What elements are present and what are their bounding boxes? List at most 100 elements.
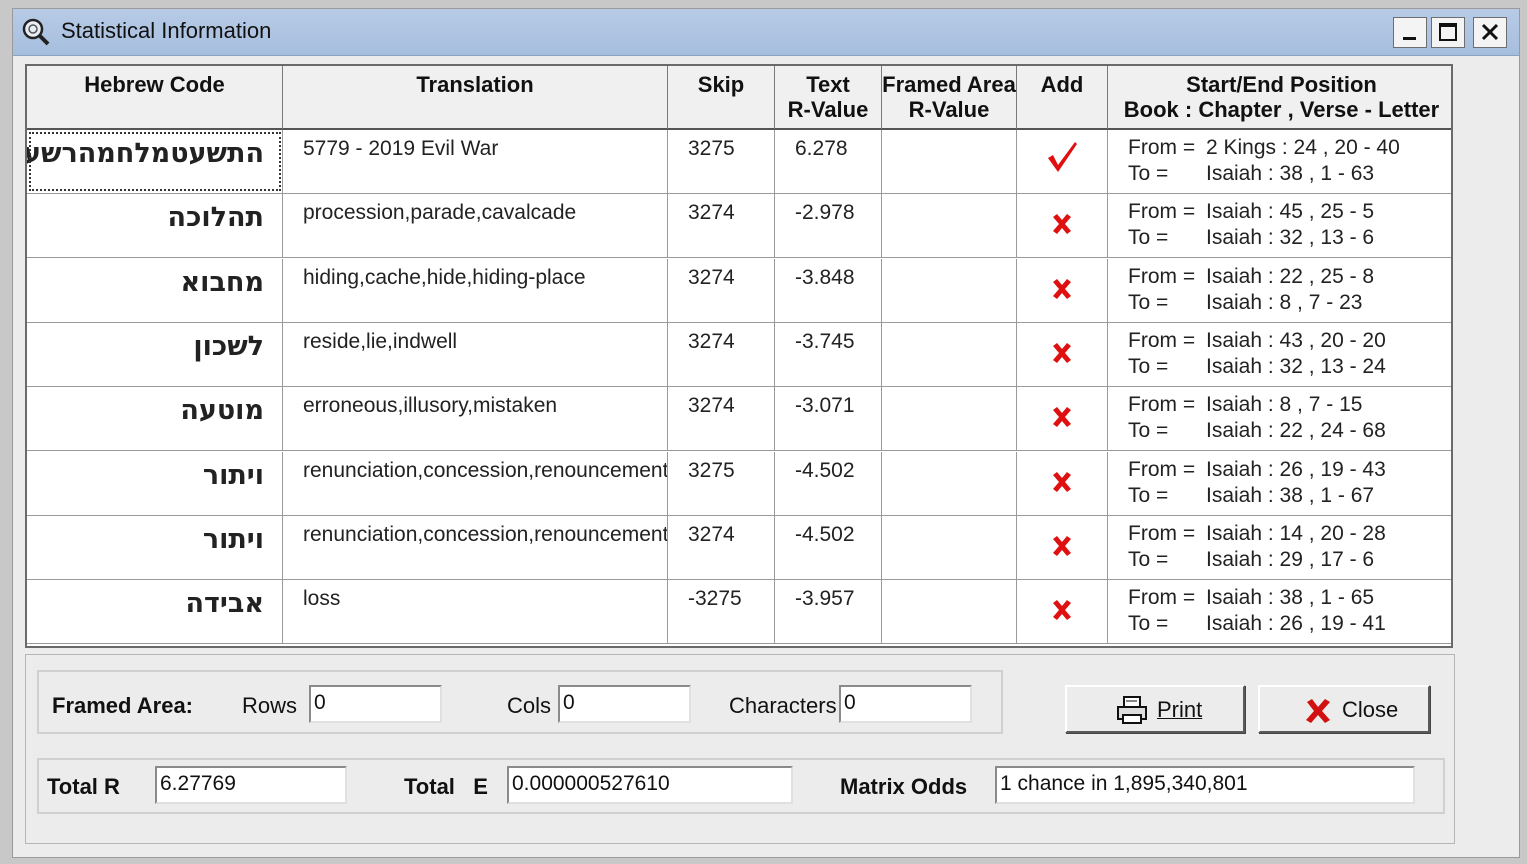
total-e-field[interactable]: 0.000000527610 (507, 766, 793, 804)
from-value: Isaiah : 8 , 7 - 15 (1206, 393, 1363, 417)
red-x-icon[interactable] (1051, 462, 1073, 500)
hebrew-code-cell[interactable]: אבידה (27, 580, 283, 644)
position-cell[interactable]: From = Isaiah : 14 , 20 - 28 To = Isaiah : … (1108, 516, 1451, 579)
skip-cell[interactable]: 3274 (668, 322, 775, 386)
add-cell[interactable] (1017, 451, 1108, 515)
hebrew-code-cell[interactable]: מחבוא (27, 258, 283, 322)
minimize-button[interactable] (1393, 17, 1427, 48)
add-cell[interactable] (1017, 130, 1108, 193)
position-cell[interactable]: From = Isaiah : 38 , 1 - 65 To = Isaiah : 2… (1108, 580, 1451, 643)
table-row[interactable]: ויתור renunciation,concession,renouncemen… (27, 515, 1451, 580)
table-row[interactable]: מוטעה erroneous,illusory,mistaken 3274 -3.0… (27, 387, 1451, 452)
framed-r-value-cell[interactable] (882, 130, 1017, 193)
from-label: From = (1128, 200, 1196, 224)
framed-r-value-cell[interactable] (882, 515, 1017, 579)
skip-cell[interactable]: 3274 (668, 515, 775, 579)
header-skip[interactable]: Skip (668, 66, 775, 130)
translation-cell[interactable]: reside,lie,indwell (283, 322, 668, 386)
translation-cell[interactable]: hiding,cache,hide,hiding-place (283, 258, 668, 322)
translation-cell[interactable]: procession,parade,cavalcade (283, 194, 668, 258)
results-table[interactable]: Hebrew Code Translation Skip Text R-Value… (25, 64, 1453, 648)
table-row[interactable]: התשעטמלחמהרשע 5779 - 2019 Evil War 3275 6.2… (27, 130, 1451, 194)
red-x-icon[interactable] (1051, 526, 1073, 564)
maximize-button[interactable] (1431, 17, 1465, 48)
from-label: From = (1128, 136, 1196, 159)
to-position: To = Isaiah : 26 , 19 - 41 (1128, 611, 1451, 637)
from-value: Isaiah : 26 , 19 - 43 (1206, 457, 1386, 481)
red-x-icon[interactable] (1051, 397, 1073, 435)
translation-cell[interactable]: loss (283, 580, 668, 644)
text-r-value-cell[interactable]: -3.848 (775, 258, 882, 322)
skip-cell[interactable]: 3275 (668, 130, 775, 193)
header-start-end-position[interactable]: Start/End Position Book : Chapter , Verse… (1108, 66, 1451, 130)
text-r-value-cell[interactable]: -3.071 (775, 387, 882, 451)
position-cell[interactable]: From = Isaiah : 26 , 19 - 43 To = Isaiah : … (1108, 452, 1451, 515)
skip-cell[interactable]: 3274 (668, 258, 775, 322)
skip-cell[interactable]: 3275 (668, 451, 775, 515)
red-x-icon[interactable] (1051, 333, 1073, 371)
skip-cell[interactable]: -3275 (668, 580, 775, 644)
position-cell[interactable]: From = Isaiah : 45 , 25 - 5 To = Isaiah : 3… (1108, 194, 1451, 257)
table-row[interactable]: אבידה loss -3275 -3.957 From = Isaiah : 38 , … (27, 580, 1451, 645)
table-row[interactable]: ויתור renunciation,concession,renouncemen… (27, 451, 1451, 516)
framed-r-value-cell[interactable] (882, 258, 1017, 322)
print-button[interactable]: Print (1065, 685, 1245, 733)
hebrew-code-cell[interactable]: מוטעה (27, 387, 283, 451)
framed-r-value-cell[interactable] (882, 194, 1017, 258)
skip-cell[interactable]: 3274 (668, 387, 775, 451)
matrix-odds-field[interactable]: 1 chance in 1,895,340,801 (995, 766, 1415, 804)
total-e-label-letter: E (473, 774, 488, 799)
hebrew-code-cell[interactable]: תהלוכה (27, 194, 283, 258)
text-r-value-cell[interactable]: -2.978 (775, 194, 882, 258)
to-position: To = Isaiah : 29 , 17 - 6 (1128, 547, 1451, 573)
framed-r-value-cell[interactable] (882, 580, 1017, 644)
add-cell[interactable] (1017, 387, 1108, 451)
add-cell[interactable] (1017, 515, 1108, 579)
position-cell[interactable]: From = Isaiah : 43 , 20 - 20 To = Isaiah : … (1108, 323, 1451, 386)
total-r-field[interactable]: 6.27769 (155, 766, 347, 804)
close-window-button[interactable] (1473, 17, 1507, 48)
header-hebrew-code[interactable]: Hebrew Code (27, 66, 283, 130)
title-bar[interactable]: Statistical Information (13, 9, 1519, 56)
table-row[interactable]: מחבוא hiding,cache,hide,hiding-place 3274-… (27, 258, 1451, 323)
checkmark-icon[interactable] (1045, 140, 1079, 180)
hebrew-code-cell[interactable]: ויתור (27, 451, 283, 515)
text-r-value-cell[interactable]: -3.957 (775, 580, 882, 644)
text-r-value-cell[interactable]: -3.745 (775, 322, 882, 386)
position-cell[interactable]: From = Isaiah : 8 , 7 - 15 To = Isaiah : 22… (1108, 387, 1451, 450)
cols-input[interactable]: 0 (558, 685, 691, 723)
add-cell[interactable] (1017, 322, 1108, 386)
table-row[interactable]: לשכון reside,lie,indwell 3274 -3.745 From = I… (27, 322, 1451, 387)
translation-cell[interactable]: erroneous,illusory,mistaken (283, 387, 668, 451)
header-text-r-value[interactable]: Text R-Value (775, 66, 882, 130)
rows-input[interactable]: 0 (309, 685, 442, 723)
red-x-icon[interactable] (1051, 204, 1073, 242)
skip-cell[interactable]: 3274 (668, 194, 775, 258)
close-button[interactable]: Close (1258, 685, 1430, 733)
position-cell[interactable]: From = Isaiah : 22 , 25 - 8 To = Isaiah : 8… (1108, 259, 1451, 322)
add-cell[interactable] (1017, 580, 1108, 644)
add-cell[interactable] (1017, 258, 1108, 322)
hebrew-code-cell[interactable]: ויתור (27, 515, 283, 579)
header-add[interactable]: Add (1017, 66, 1108, 130)
translation-cell[interactable]: renunciation,concession,renouncement (283, 515, 668, 579)
framed-r-value-cell[interactable] (882, 451, 1017, 515)
position-cell[interactable]: From = 2 Kings : 24 , 20 - 40 To = Isaiah :… (1108, 130, 1451, 193)
characters-input[interactable]: 0 (839, 685, 972, 723)
text-r-value-cell[interactable]: 6.278 (775, 130, 882, 193)
header-translation[interactable]: Translation (283, 66, 668, 130)
matrix-odds-label: Matrix Odds (840, 774, 968, 799)
translation-cell[interactable]: 5779 - 2019 Evil War (283, 130, 668, 193)
hebrew-code-cell[interactable]: לשכון (27, 322, 283, 386)
red-x-icon[interactable] (1051, 590, 1073, 628)
text-r-value-cell[interactable]: -4.502 (775, 515, 882, 579)
framed-r-value-cell[interactable] (882, 322, 1017, 386)
hebrew-code-cell[interactable]: התשעטמלחמהרשע (27, 130, 283, 193)
add-cell[interactable] (1017, 194, 1108, 258)
red-x-icon[interactable] (1051, 269, 1073, 307)
table-row[interactable]: תהלוכה procession,parade,cavalcade 3274 -2.… (27, 194, 1451, 259)
framed-r-value-cell[interactable] (882, 387, 1017, 451)
header-framed-area-r-value[interactable]: Framed Area R-Value (882, 66, 1017, 130)
translation-cell[interactable]: renunciation,concession,renouncement (283, 451, 668, 515)
text-r-value-cell[interactable]: -4.502 (775, 451, 882, 515)
